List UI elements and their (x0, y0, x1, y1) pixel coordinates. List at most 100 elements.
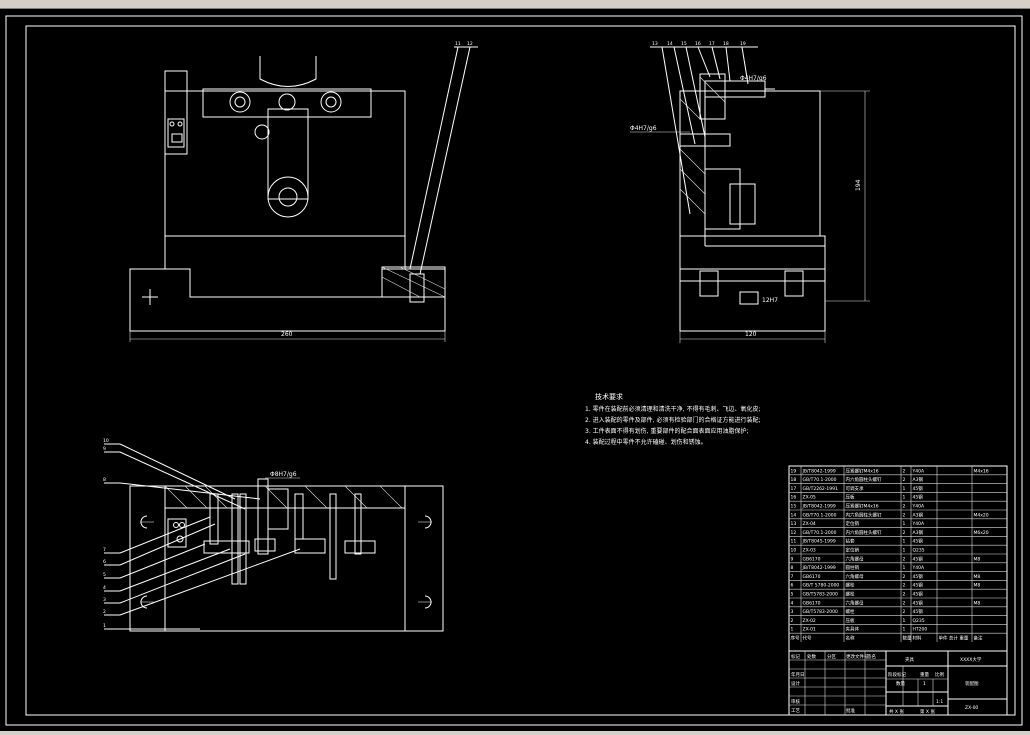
bom-row-9-col-3: 2 (903, 556, 906, 562)
bom-row-2-col-0: 2 (791, 618, 794, 624)
bom-row-16-col-2: 压板 (846, 494, 855, 501)
tb-label-count: 处数 (807, 653, 816, 660)
bom-row-2-col-2: 压板 (846, 617, 855, 624)
side-callout-15: 15 (681, 41, 687, 47)
cad-drawing-canvas[interactable]: 260 11 12 120 194 Φ4H7/g6 Φ4H7/g6 12H7 1… (0, 9, 1030, 731)
bom-row-3-col-0: 3 (791, 609, 794, 615)
bom-row-9-col-2: 六角螺母 (846, 555, 864, 562)
bom-row-7-col-0: 7 (791, 574, 794, 580)
bom-row-1-col-1: ZX-01 (803, 627, 816, 633)
front-callout-11: 11 (455, 41, 461, 47)
bom-row-10-col-1: ZX-03 (803, 548, 816, 554)
title-block-code: ZX-00 (965, 705, 978, 711)
plan-view: Φ8H7/g6 10 9 8 7 6 5 4 3 2 1 (103, 438, 444, 632)
bom-row-8-col-0: 8 (791, 565, 794, 571)
bom-row-8-col-2: 圆柱销 (846, 564, 860, 571)
bill-of-materials-table: 19 JB/T8042-1999 压紧螺钉M4x16 2 Y40A M4x16 1 8 GB/T… (788, 465, 1008, 652)
tech-req-item-1: 1. 零件在装配前必须清理和清洗干净, 不得有毛刺、飞边、氧化皮; (585, 405, 760, 413)
bom-row-10-col-3: 1 (903, 548, 906, 554)
bom-row-17-col-2: 可调支承 (846, 485, 864, 492)
bom-row-14-col-0: 14 (791, 512, 797, 518)
bom-row-14-col-4: A3钢 (913, 511, 924, 518)
bom-row-4-col-0: 4 (791, 600, 794, 606)
bom-row-19-col-4: Y40A (912, 468, 925, 474)
plan-callout-7: 7 (103, 547, 106, 553)
bom-row-1-col-2: 夹具体 (846, 626, 860, 633)
bom-row-5-col-3: 2 (903, 592, 906, 598)
side-fit-bottom: 12H7 (762, 297, 778, 304)
bom-row-3-col-2: 螺栓 (846, 608, 855, 615)
sheet-outer-border (5, 15, 1023, 726)
plan-fit-top: Φ8H7/g6 (270, 471, 297, 478)
bom-header-6: 备注 (974, 635, 983, 642)
bom-header-2: 名称 (846, 635, 855, 642)
bom-row-7-col-6: M8 (974, 574, 981, 580)
drawing-svg: 260 11 12 120 194 Φ4H7/g6 Φ4H7/g6 12H7 1… (5, 15, 1023, 726)
bom-row-6-col-3: 2 (903, 583, 906, 589)
side-callout-14: 14 (667, 41, 673, 47)
bom-row-10-col-4: Q235 (913, 548, 925, 554)
bom-row-12-col-6: M6x20 (974, 530, 989, 536)
bom-row-18-col-1: GB/T70.1-2000 (803, 477, 837, 483)
bom-row-4-col-3: 2 (903, 600, 906, 606)
side-view-height-dim: 194 (855, 179, 862, 191)
bom-header-0: 序号 (791, 635, 800, 642)
bom-row-3-col-3: 2 (903, 609, 906, 615)
bom-header-3: 数量 (903, 635, 912, 642)
technical-requirements: 技术要求 1. 零件在装配前必须清理和清洗干净, 不得有毛刺、飞边、氧化皮; 2… (585, 392, 760, 446)
status-bar (0, 731, 1030, 735)
bom-row-15-col-1: JB/T8042-1999 (802, 504, 836, 510)
bom-row-5-col-4: 45钢 (913, 591, 924, 598)
title-block-drawing-name: 装配图 (965, 680, 979, 687)
bom-row-15-col-4: Y40A (912, 504, 925, 510)
bom-row-7-col-2: 六角螺母 (846, 573, 864, 580)
bom-row-18-col-4: A3钢 (913, 476, 924, 483)
bom-row-8-col-4: Y40A (912, 565, 925, 571)
bom-row-5-col-2: 螺栓 (846, 591, 855, 598)
bom-row-12-col-1: GB/T70.1-2000 (803, 530, 837, 536)
bom-row-18-col-3: 2 (903, 477, 906, 483)
bom-row-18-col-2: 内六角圆柱头螺钉 (846, 476, 882, 483)
plan-callout-10: 10 (103, 438, 109, 444)
tech-req-item-2: 2. 进入装配的零件及部件, 必须有检验部门的合格证方能进行装配; (585, 416, 760, 424)
side-fit-left: Φ4H7/g6 (630, 125, 657, 132)
side-view-width-dim: 120 (745, 331, 757, 338)
bom-header-1: 代号 (803, 635, 812, 642)
tb-label-review: 审核 (791, 698, 800, 705)
title-block-sheet-num: 第 X 张 (920, 708, 935, 715)
bom-row-14-col-6: M4x20 (974, 512, 989, 518)
bom-row-5-col-1: GB/T5783-2000 (803, 592, 839, 598)
bom-row-15-col-0: 15 (791, 504, 797, 510)
plan-callout-1: 1 (103, 623, 106, 629)
bom-row-11-col-3: 1 (903, 539, 906, 545)
front-callout-12: 12 (467, 41, 473, 47)
bom-row-4-col-2: 六角螺母 (846, 599, 864, 606)
title-block-part: 夹具 (905, 656, 914, 663)
bom-row-1-col-0: 1 (791, 627, 794, 633)
bom-row-6-col-6: M8 (974, 583, 981, 589)
bom-row-8-col-1: JB/T8042-1999 (802, 565, 836, 571)
window-title-bar (0, 0, 1030, 9)
bom-row-19-col-3: 2 (903, 468, 906, 474)
title-block-qty-label: 数量 (896, 680, 905, 687)
bom-row-19-col-0: 19 (791, 468, 797, 474)
tb-label-date: 年月日 (791, 671, 805, 678)
sheet-inner-frame (25, 25, 1016, 716)
tech-req-item-4: 4. 装配过程中零件不允许磕碰、划伤和锈蚀。 (585, 438, 707, 446)
bom-row-1-col-4: HT200 (913, 627, 928, 633)
bom-row-17-col-3: 1 (903, 486, 906, 492)
bom-row-14-col-2: 内六角圆柱头螺钉 (846, 511, 882, 518)
bom-row-16-col-0: 16 (791, 495, 797, 501)
bom-row-6-col-0: 6 (791, 583, 794, 589)
bom-row-15-col-2: 压紧螺钉M4x16 (846, 503, 879, 510)
bom-row-11-col-0: 11 (791, 539, 797, 545)
plan-callout-3: 3 (103, 597, 106, 603)
bom-row-6-col-2: 螺栓 (846, 582, 855, 589)
tb-label-zone: 分区 (827, 653, 836, 660)
bom-row-9-col-4: 45钢 (913, 555, 924, 562)
bom-row-5-col-0: 5 (791, 592, 794, 598)
plan-callout-5: 5 (103, 572, 106, 578)
bom-row-17-col-0: 17 (791, 486, 797, 492)
bom-row-7-col-4: 45钢 (913, 573, 924, 580)
bom-row-19-col-6: M4x16 (974, 468, 989, 474)
